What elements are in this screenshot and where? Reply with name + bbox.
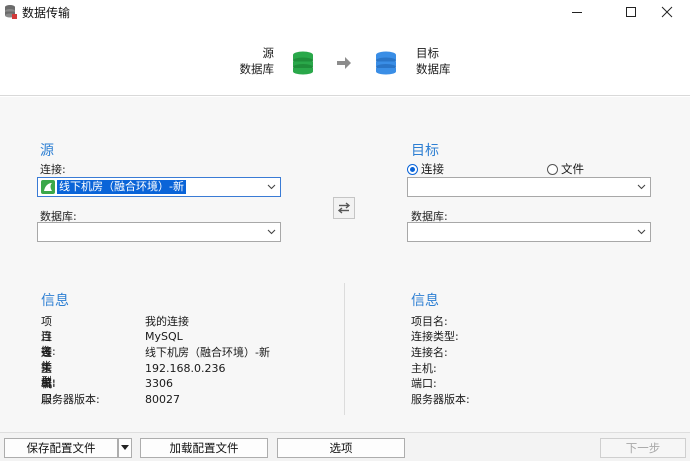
info-key: 服务器版本: (411, 393, 470, 406)
chevron-down-icon (637, 229, 646, 235)
source-connection-value: 线下机房（融合环境）-新 (41, 180, 186, 194)
mysql-connection-icon (41, 180, 55, 194)
target-radio-connection[interactable]: 连接 (407, 161, 444, 177)
save-config-button[interactable]: 保存配置文件 (4, 438, 118, 458)
swap-icon (337, 202, 351, 214)
footer-bar: 保存配置文件 加载配置文件 选项 下一步 (0, 432, 690, 461)
source-info-title: 信息 (41, 293, 69, 309)
target-header-label: 目标 数据库 (416, 45, 451, 77)
info-divider (344, 283, 345, 415)
maximize-icon (626, 7, 636, 17)
caret-down-icon (121, 445, 129, 450)
target-info-title: 信息 (411, 293, 439, 309)
save-config-dropdown-button[interactable] (118, 438, 132, 458)
target-radio-file-label: 文件 (561, 162, 584, 176)
info-key: 主机: (411, 362, 437, 375)
database-icon (5, 5, 17, 19)
radio-unselected-icon (547, 163, 558, 175)
info-value: 80027 (145, 393, 180, 406)
minimize-icon (572, 12, 582, 13)
chevron-down-icon (267, 229, 276, 235)
target-radio-file[interactable]: 文件 (547, 161, 584, 177)
info-value: MySQL (145, 330, 183, 343)
info-value: 3306 (145, 377, 173, 390)
source-header-label: 源 数据库 (240, 45, 275, 77)
info-value: 192.168.0.236 (145, 362, 226, 375)
transfer-header: 源 数据库 目标 数据库 (0, 24, 690, 96)
source-title: 源 (40, 143, 54, 159)
title-bar: 数据传输 (0, 0, 690, 24)
info-key: 端口: (411, 377, 437, 390)
source-database-select[interactable] (37, 222, 281, 242)
close-icon (661, 6, 673, 18)
info-key: 项目名: (411, 315, 448, 328)
target-connection-select[interactable] (407, 177, 651, 197)
info-key: 服务器版本: (41, 393, 100, 406)
load-config-button[interactable]: 加载配置文件 (140, 438, 268, 458)
source-database-icon (293, 51, 313, 75)
chevron-down-icon (637, 184, 646, 190)
info-value: 线下机房（融合环境）-新 (145, 346, 270, 359)
target-title: 目标 (411, 143, 439, 159)
source-connection-label: 连接: (40, 163, 66, 176)
info-key: 连接类型: (411, 330, 459, 343)
source-connection-select[interactable]: 线下机房（融合环境）-新 (37, 177, 281, 197)
target-header-line2: 数据库 (416, 62, 451, 76)
main-panel: 源 连接: 线下机房（融合环境）-新 数据库: 目标 连接 文件 数据库: 信息… (0, 97, 690, 432)
target-database-select[interactable] (407, 222, 651, 242)
chevron-down-icon (267, 184, 276, 190)
info-value: 我的连接 (145, 315, 189, 328)
source-header-line1: 源 (262, 46, 275, 60)
target-header-line1: 目标 (416, 46, 439, 60)
source-connection-text: 线下机房（融合环境）-新 (57, 180, 186, 194)
options-button[interactable]: 选项 (277, 438, 405, 458)
minimize-button[interactable] (554, 0, 600, 24)
arrow-right-icon (337, 57, 351, 69)
source-header-line2: 数据库 (239, 62, 275, 76)
radio-selected-icon (407, 163, 418, 175)
info-key: 连接名: (411, 346, 448, 359)
window-title: 数据传输 (22, 6, 71, 20)
swap-button[interactable] (333, 197, 355, 219)
close-button[interactable] (644, 0, 690, 24)
target-radio-connection-label: 连接 (421, 162, 444, 176)
target-database-icon (376, 51, 396, 75)
next-button[interactable]: 下一步 (600, 438, 686, 458)
